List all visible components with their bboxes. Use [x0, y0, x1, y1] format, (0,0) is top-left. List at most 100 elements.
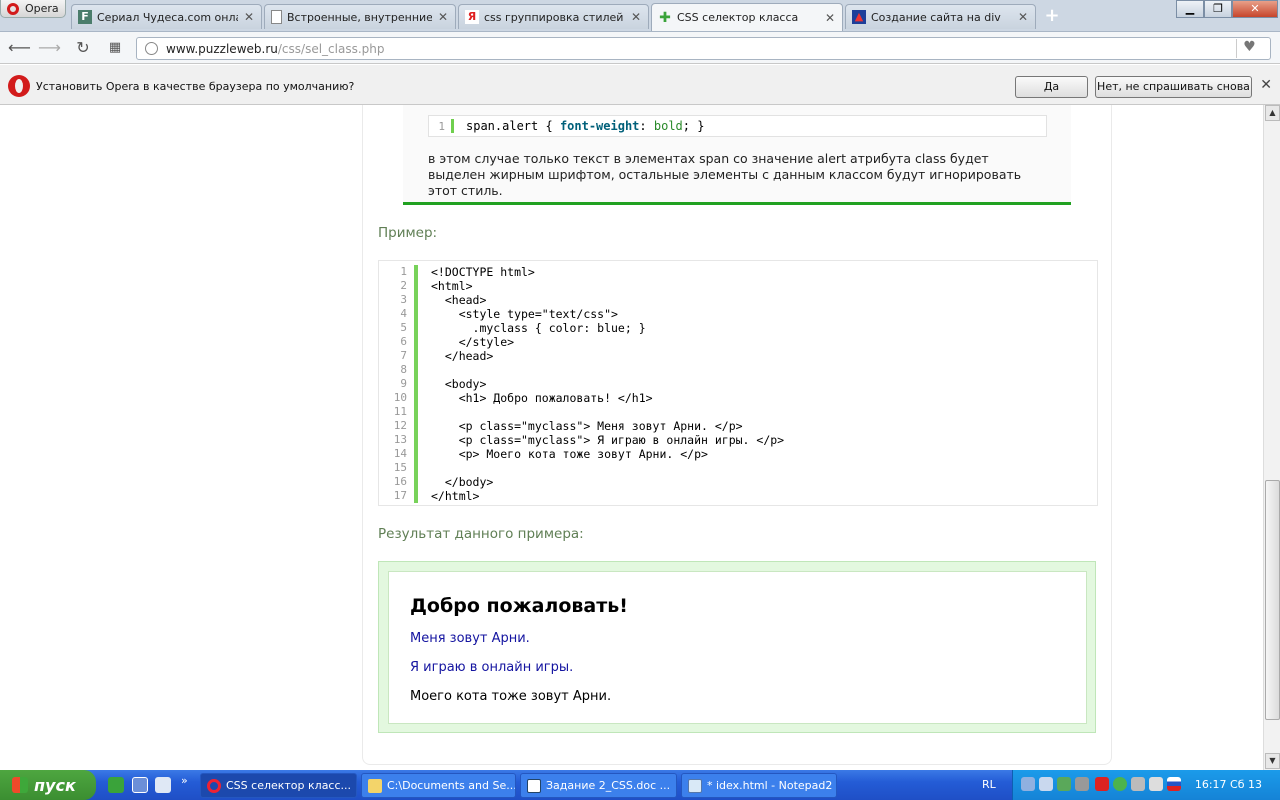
antivirus-icon[interactable]	[1095, 777, 1109, 791]
maximize-button[interactable]: ❐	[1204, 0, 1232, 18]
opera-menu-label: Opera	[25, 2, 59, 15]
snippet-value: bold	[653, 119, 683, 133]
note-box: 1 span.alert { font-weight: bold; } в эт…	[403, 105, 1071, 205]
opera-logo-icon	[8, 75, 30, 97]
network-icon[interactable]	[1021, 777, 1035, 791]
code-line: </head>	[431, 349, 494, 363]
forward-arrow-icon[interactable]: ⟶	[38, 38, 61, 58]
taskbar-button-label: C:\Documents and Se...	[387, 779, 516, 792]
quicklaunch-more-icon[interactable]: »	[181, 774, 188, 787]
code-line: <html>	[431, 279, 473, 293]
line-number: 5	[400, 321, 407, 334]
tab-close-icon[interactable]: ✕	[630, 10, 642, 24]
code-line: <body>	[431, 377, 487, 391]
folder-icon	[368, 778, 382, 793]
snippet-property: font-weight	[559, 119, 640, 133]
code-line: </body>	[431, 475, 494, 489]
code-line: <h1> Добро пожаловать! </h1>	[431, 391, 653, 405]
tab-close-icon[interactable]: ✕	[243, 10, 255, 24]
line-number: 16	[393, 475, 407, 488]
line-number: 11	[393, 405, 407, 418]
code-line: <style type="text/css">	[431, 307, 618, 321]
taskbar-button-label: Задание 2_CSS.doc ...	[546, 779, 671, 792]
clock: 16:17 Сб 13	[1194, 778, 1262, 791]
tab-yandex[interactable]: Я css группировка стилей — Я ✕	[458, 4, 649, 29]
scroll-thumb[interactable]	[1265, 480, 1280, 720]
heart-icon[interactable]: ♥	[1236, 39, 1262, 58]
tab-title: Сериал Чудеса.com онлайн	[97, 10, 238, 24]
infobar-close-icon[interactable]: ✕	[1260, 77, 1272, 93]
notepad-icon	[688, 778, 702, 793]
taskbar-button-word[interactable]: Задание 2_CSS.doc ...	[520, 773, 677, 798]
vertical-scrollbar[interactable]: ▲ ▼	[1263, 105, 1280, 770]
taskbar-button-explorer[interactable]: C:\Documents and Se...	[361, 773, 516, 798]
line-number: 9	[400, 377, 407, 390]
code-line: <p class="myclass"> Меня зовут Арни. </p…	[431, 419, 743, 433]
opera-logo-icon	[7, 2, 19, 15]
infobar-message: Установить Opera в качестве браузера по …	[36, 80, 355, 93]
close-window-button[interactable]: ✕	[1232, 0, 1278, 18]
tab-close-icon[interactable]: ✕	[824, 11, 836, 25]
tab-div-site[interactable]: ▲ Создание сайта на div ✕	[845, 4, 1036, 29]
result-h1: Добро пожаловать!	[410, 595, 628, 617]
line-number: 8	[400, 363, 407, 376]
code-line: </style>	[431, 335, 515, 349]
site-favicon-icon: ▲	[852, 10, 866, 24]
line-number: 12	[393, 419, 407, 432]
tab-css-class[interactable]: ✚ CSS селектор класса ✕	[651, 3, 843, 31]
code-line: <p> Моего кота тоже зовут Арни. </p>	[431, 447, 708, 461]
line-number: 14	[393, 447, 407, 460]
show-desktop-icon[interactable]	[155, 777, 171, 793]
url-field[interactable]: www.puzzleweb.ru/css/sel_class.php ♥	[136, 37, 1271, 60]
result-inner: Добро пожаловать! Меня зовут Арни. Я игр…	[388, 571, 1087, 724]
code-line: .myclass { color: blue; }	[431, 321, 646, 335]
infobar-no-button[interactable]: Нет, не спрашивать снова	[1095, 76, 1252, 98]
back-arrow-icon[interactable]: ⟵	[8, 38, 31, 58]
speed-dial-grid-icon[interactable]: ▦	[104, 38, 126, 58]
tray-app-icon[interactable]	[1075, 777, 1089, 791]
tray-app-icon[interactable]	[1113, 777, 1127, 791]
minimize-button[interactable]: ▁	[1176, 0, 1204, 18]
tab-bar: Opera ▁ ❐ ✕ F Сериал Чудеса.com онлайн ✕…	[0, 0, 1280, 32]
tab-serial[interactable]: F Сериал Чудеса.com онлайн ✕	[71, 4, 262, 29]
puzzle-icon: ✚	[659, 9, 671, 26]
code-snippet: 1 span.alert { font-weight: bold; }	[428, 115, 1047, 137]
language-indicator[interactable]: RL	[982, 778, 996, 791]
line-number: 15	[393, 461, 407, 474]
opera-menu-button[interactable]: Opera	[0, 0, 66, 18]
tab-close-icon[interactable]: ✕	[437, 10, 449, 24]
note-description: в этом случае только текст в элементах s…	[428, 151, 1022, 198]
url-path: /css/sel_class.php	[277, 41, 385, 56]
result-paragraph-2: Я играю в онлайн игры.	[410, 660, 574, 675]
system-tray: 16:17 Сб 13	[1012, 770, 1280, 800]
snippet-selector: span.alert	[466, 119, 539, 133]
tray-app-icon[interactable]	[1057, 777, 1071, 791]
taskbar-button-notepad[interactable]: * idex.html - Notepad2	[681, 773, 837, 798]
russian-flag-icon[interactable]	[1167, 777, 1181, 791]
taskbar-button-opera[interactable]: CSS селектор класс...	[200, 773, 357, 798]
quicklaunch-icon[interactable]	[132, 777, 148, 793]
result-paragraph-3: Моего кота тоже зовут Арни.	[410, 689, 612, 704]
address-bar: ⟵ ⟶ ↻ ▦ www.puzzleweb.ru/css/sel_class.p…	[0, 32, 1280, 64]
tray-app-icon[interactable]	[1039, 777, 1053, 791]
scroll-up-arrow-icon[interactable]: ▲	[1265, 105, 1280, 121]
start-button[interactable]: пуск	[0, 770, 96, 800]
printer-icon[interactable]	[1149, 777, 1163, 791]
tab-builtin[interactable]: Встроенные, внутренние и ✕	[264, 4, 456, 29]
page-viewport: 1 span.alert { font-weight: bold; } в эт…	[0, 105, 1263, 770]
url-domain: www.puzzleweb.ru	[166, 41, 278, 56]
quicklaunch-icon[interactable]	[108, 777, 124, 793]
reload-icon[interactable]: ↻	[72, 38, 94, 58]
new-tab-button[interactable]: +	[1043, 7, 1061, 25]
code-line: <p class="myclass"> Я играю в онлайн игр…	[431, 433, 785, 447]
scroll-down-arrow-icon[interactable]: ▼	[1265, 753, 1280, 769]
tab-favicon-icon: F	[78, 10, 92, 24]
line-number: 1	[438, 119, 445, 133]
volume-icon[interactable]	[1131, 777, 1145, 791]
taskbar-button-label: * idex.html - Notepad2	[707, 779, 833, 792]
tab-close-icon[interactable]: ✕	[1017, 10, 1029, 24]
word-document-icon	[527, 778, 541, 793]
tab-title: Создание сайта на div	[871, 10, 1001, 24]
infobar-yes-button[interactable]: Да	[1015, 76, 1088, 98]
